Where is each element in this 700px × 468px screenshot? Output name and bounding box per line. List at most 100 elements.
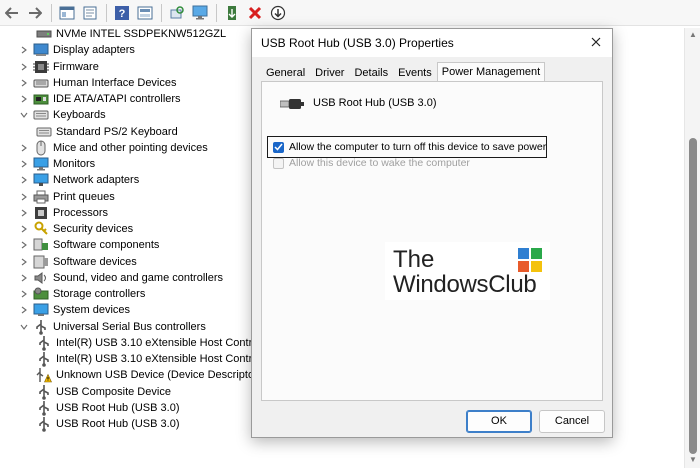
tree-item-label: Human Interface Devices xyxy=(53,76,177,89)
disk-drive-icon xyxy=(36,27,52,41)
scroll-down-icon[interactable]: ▼ xyxy=(689,456,697,464)
forward-arrow-icon[interactable] xyxy=(25,3,45,23)
chevron-right-icon[interactable] xyxy=(19,254,29,270)
monitor-icon[interactable] xyxy=(190,3,210,23)
tree-item-label: Universal Serial Bus controllers xyxy=(53,320,206,333)
add-driver-icon[interactable] xyxy=(222,3,242,23)
processor-icon xyxy=(33,206,49,220)
chevron-right-icon[interactable] xyxy=(19,286,29,302)
software-component-icon xyxy=(33,238,49,252)
tree-item[interactable]: Intel(R) USB 3.10 eXtensible Host Contro… xyxy=(36,351,273,367)
network-adapter-icon xyxy=(33,173,49,187)
dialog-titlebar: USB Root Hub (USB 3.0) Properties xyxy=(252,29,612,57)
properties-icon[interactable] xyxy=(80,3,100,23)
chevron-right-icon[interactable] xyxy=(19,156,29,172)
tree-item[interactable]: Security devices xyxy=(19,221,133,237)
tree-item[interactable]: Processors xyxy=(19,205,108,221)
power-management-panel: USB Root Hub (USB 3.0) Allow the compute… xyxy=(261,81,603,401)
scroll-up-icon[interactable]: ▲ xyxy=(689,31,697,39)
toolbar-separator xyxy=(216,3,217,22)
tree-item[interactable]: USB Composite Device xyxy=(36,384,171,400)
dialog-title: USB Root Hub (USB 3.0) Properties xyxy=(261,36,454,50)
scrollbar-thumb[interactable] xyxy=(689,138,697,454)
allow-power-off-checkbox[interactable] xyxy=(273,141,284,153)
tree-item-label: Intel(R) USB 3.10 eXtensible Host Contro… xyxy=(56,353,274,365)
tab-general[interactable]: General xyxy=(261,63,310,82)
tree-item[interactable]: USB Root Hub (USB 3.0) xyxy=(36,400,180,416)
watermark-line1: The xyxy=(393,246,435,273)
svg-text:?: ? xyxy=(119,8,126,20)
toolbar-separator xyxy=(51,3,52,22)
tree-item[interactable]: Keyboards xyxy=(19,107,106,123)
tree-item[interactable]: Print queues xyxy=(19,189,115,205)
cancel-button[interactable]: Cancel xyxy=(539,410,605,433)
tree-item[interactable]: Standard PS/2 Keyboard xyxy=(36,124,178,140)
tree-item[interactable]: Intel(R) USB 3.10 eXtensible Host Contro… xyxy=(36,335,273,351)
back-arrow-icon[interactable] xyxy=(2,3,22,23)
usb-connector-icon xyxy=(279,98,304,113)
chevron-right-icon[interactable] xyxy=(19,42,29,58)
tree-item[interactable]: USB Root Hub (USB 3.0) xyxy=(36,416,180,432)
ok-button[interactable]: OK xyxy=(466,410,532,433)
tree-item[interactable]: Mice and other pointing devices xyxy=(19,140,208,156)
chevron-down-icon[interactable] xyxy=(19,107,29,123)
disable-device-icon[interactable] xyxy=(268,3,288,23)
tree-item[interactable]: Storage controllers xyxy=(19,286,145,302)
chevron-right-icon[interactable] xyxy=(19,237,29,253)
chevron-down-icon[interactable] xyxy=(19,319,29,335)
tree-item-label: Standard PS/2 Keyboard xyxy=(56,125,178,138)
keyboard-icon xyxy=(36,125,52,139)
scan-hardware-icon[interactable] xyxy=(167,3,187,23)
tree-item-label: Processors xyxy=(53,206,109,219)
tree-item-label: USB Root Hub (USB 3.0) xyxy=(56,418,180,430)
chevron-right-icon[interactable] xyxy=(19,221,29,237)
chevron-right-icon[interactable] xyxy=(19,302,29,318)
tab-events[interactable]: Events xyxy=(393,63,437,82)
allow-power-off-label: Allow the computer to turn off this devi… xyxy=(289,141,547,153)
tree-item[interactable]: Software components xyxy=(19,237,159,253)
firmware-icon xyxy=(33,60,49,74)
uninstall-icon[interactable] xyxy=(245,3,265,23)
chevron-right-icon[interactable] xyxy=(19,91,29,107)
tree-item[interactable]: IDE ATA/ATAPI controllers xyxy=(19,91,181,107)
tree-item-label: Keyboards xyxy=(53,109,106,122)
tree-item[interactable]: Network adapters xyxy=(19,172,139,188)
tab-strip: General Driver Details Events Power Manageme… xyxy=(261,62,546,82)
tree-item[interactable]: Monitors xyxy=(19,156,95,172)
tree-item[interactable]: Software devices xyxy=(19,254,137,270)
tree-item[interactable]: Sound, video and game controllers xyxy=(19,270,223,286)
tab-power-management[interactable]: Power Management xyxy=(436,62,546,82)
vertical-scrollbar[interactable]: ▲ ▼ xyxy=(684,28,700,468)
usb-icon xyxy=(36,335,52,351)
allow-power-off-option[interactable]: Allow the computer to turn off this devi… xyxy=(273,140,546,154)
speaker-icon xyxy=(33,271,49,285)
chevron-right-icon[interactable] xyxy=(19,172,29,188)
usb-icon xyxy=(36,384,52,400)
monitor-icon xyxy=(33,157,49,171)
tab-driver[interactable]: Driver xyxy=(310,63,349,82)
tree-item[interactable]: Display adapters xyxy=(19,42,135,58)
chevron-right-icon[interactable] xyxy=(19,140,29,156)
chevron-right-icon[interactable] xyxy=(19,189,29,205)
chevron-right-icon[interactable] xyxy=(19,205,29,221)
tree-item-label: Firmware xyxy=(53,60,99,73)
tab-details[interactable]: Details xyxy=(349,63,393,82)
tree-item[interactable]: System devices xyxy=(19,302,130,318)
help-icon[interactable]: ? xyxy=(112,3,132,23)
tree-item[interactable]: Firmware xyxy=(19,59,99,75)
chevron-right-icon[interactable] xyxy=(19,75,29,91)
tree-item[interactable]: Human Interface Devices xyxy=(19,75,177,91)
chevron-right-icon[interactable] xyxy=(19,270,29,286)
show-hide-tree-icon[interactable] xyxy=(57,3,77,23)
toolbar-separator xyxy=(106,3,107,22)
tree-item[interactable]: NVMe INTEL SSDPEKNW512GZL xyxy=(36,26,226,42)
close-icon[interactable] xyxy=(588,34,604,50)
toolbar: ? xyxy=(0,0,700,26)
watermark-line2: WindowsClub xyxy=(393,271,537,298)
view-icon[interactable] xyxy=(135,3,155,23)
tree-item-label: Monitors xyxy=(53,158,96,170)
chevron-right-icon[interactable] xyxy=(19,59,29,75)
tree-item[interactable]: Universal Serial Bus controllers xyxy=(19,319,206,335)
tree-item-label: Security devices xyxy=(53,223,134,235)
tree-item-label: NVMe INTEL SSDPEKNW512GZL xyxy=(56,28,227,40)
